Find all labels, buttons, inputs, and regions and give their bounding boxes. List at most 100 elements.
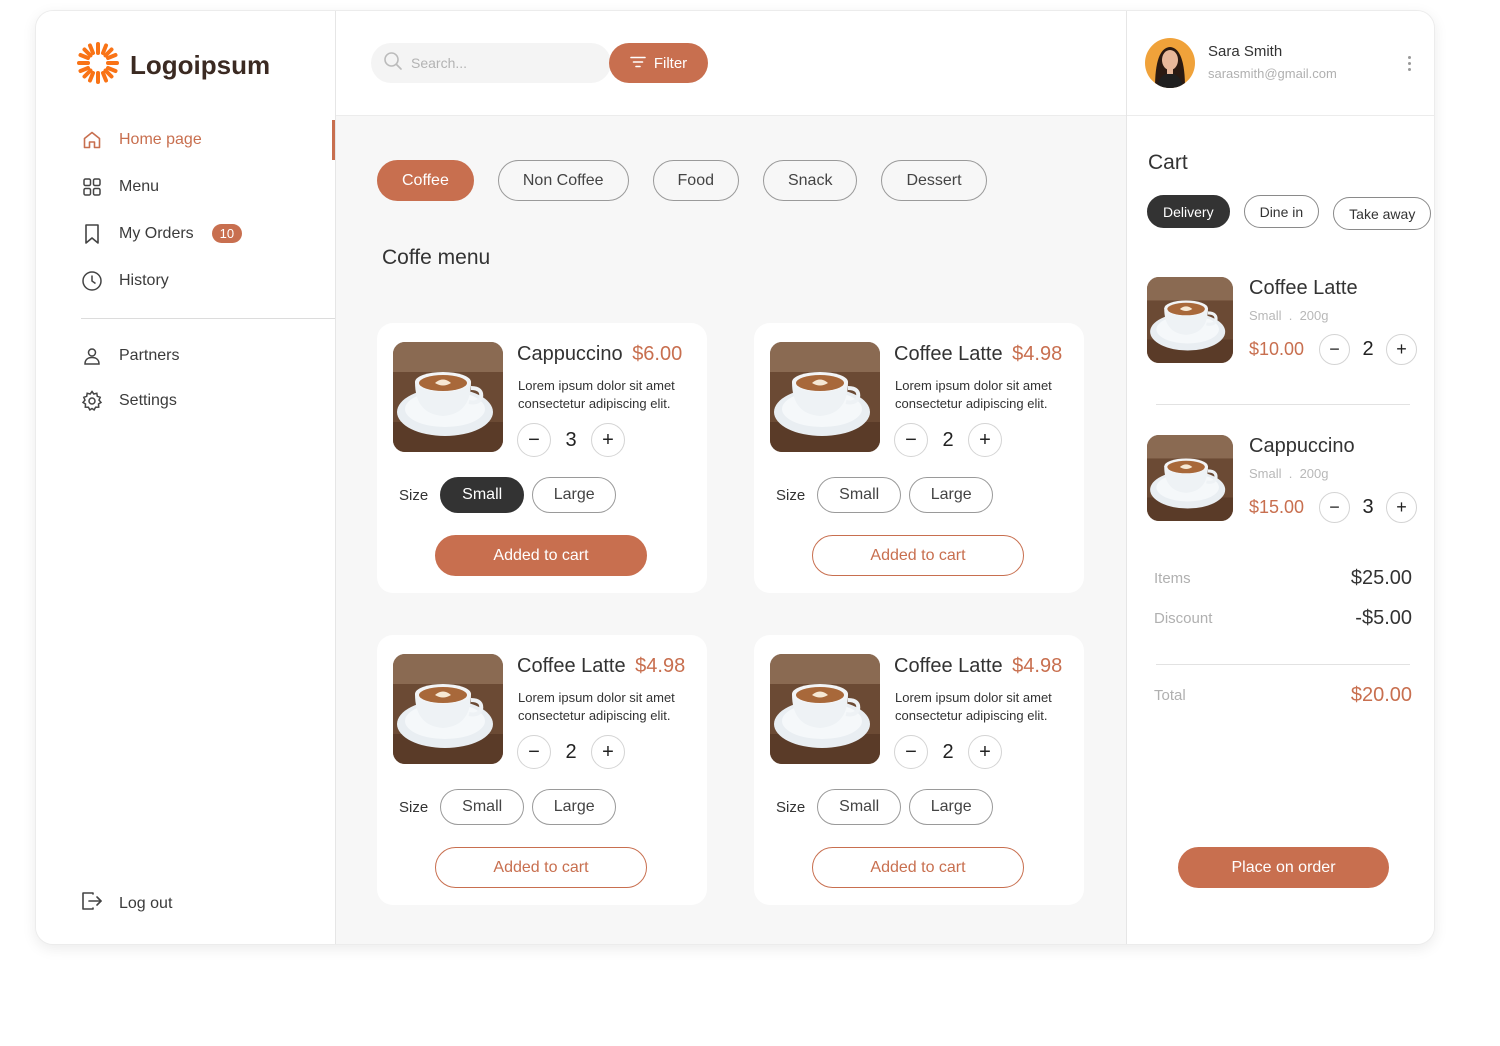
increase-button[interactable]: + — [1386, 492, 1417, 523]
decrease-button[interactable]: − — [894, 735, 928, 769]
filter-icon — [630, 55, 646, 72]
size-small-button[interactable]: Small — [817, 477, 902, 513]
search-icon — [383, 51, 403, 76]
quantity-value: 2 — [1362, 338, 1374, 360]
plus-icon: + — [1396, 339, 1407, 359]
sidebar: Logoipsum Home page Menu My Orders 10 Hi… — [36, 11, 336, 944]
size-small-button[interactable]: Small — [440, 477, 525, 513]
decrease-button[interactable]: − — [1319, 492, 1350, 523]
add-to-cart-button[interactable]: Added to cart — [812, 535, 1024, 576]
add-to-cart-button[interactable]: Added to cart — [435, 535, 647, 576]
nav-label-home: Home page — [119, 130, 202, 148]
product-image — [770, 654, 880, 764]
quantity-stepper: − 2 + — [894, 423, 1002, 457]
place-order-button[interactable]: Place on order — [1178, 847, 1389, 888]
minus-icon: − — [905, 428, 917, 451]
size-small-button[interactable]: Small — [817, 789, 902, 825]
plus-icon: + — [602, 428, 614, 451]
app-window: Logoipsum Home page Menu My Orders 10 Hi… — [35, 10, 1435, 945]
size-large-button[interactable]: Large — [909, 789, 994, 825]
more-options-icon[interactable] — [1399, 53, 1419, 73]
summary-items-row: Items $25.00 — [1154, 567, 1412, 590]
nav-divider — [81, 318, 335, 319]
nav-item-my-orders[interactable]: My Orders 10 — [36, 210, 335, 257]
logo[interactable]: Logoipsum — [76, 41, 270, 90]
bookmark-icon — [81, 223, 103, 245]
decrease-button[interactable]: − — [517, 735, 551, 769]
cart-divider — [1156, 404, 1410, 405]
avatar[interactable] — [1145, 38, 1195, 88]
summary-discount-value: -$5.00 — [1355, 607, 1412, 629]
nav-item-menu[interactable]: Menu — [36, 163, 335, 210]
quantity-stepper: − 3 + — [1319, 492, 1417, 523]
add-to-cart-button[interactable]: Added to cart — [435, 847, 647, 888]
size-large-button[interactable]: Large — [909, 477, 994, 513]
increase-button[interactable]: + — [591, 423, 625, 457]
user-email: sarasmith@gmail.com — [1208, 66, 1337, 81]
size-small-button[interactable]: Small — [440, 789, 525, 825]
increase-button[interactable]: + — [968, 423, 1002, 457]
cart-item-price: $15.00 — [1249, 497, 1305, 517]
increase-button[interactable]: + — [591, 735, 625, 769]
cart-panel: Sara Smith sarasmith@gmail.com Cart Deli… — [1126, 11, 1434, 944]
nav-item-history[interactable]: History — [36, 257, 335, 304]
size-large-button[interactable]: Large — [532, 477, 617, 513]
product-description: Lorem ipsum dolor sit amet consectetur a… — [895, 690, 1052, 723]
summary-discount-row: Discount -$5.00 — [1154, 607, 1412, 630]
nav-label-history: History — [119, 271, 169, 289]
size-large-button[interactable]: Large — [532, 789, 617, 825]
nav-label-menu: Menu — [119, 177, 160, 195]
product-price: $4.98 — [1012, 343, 1063, 365]
logo-icon — [76, 41, 120, 90]
product-price: $6.00 — [632, 343, 683, 365]
increase-button[interactable]: + — [968, 735, 1002, 769]
nav-item-partners[interactable]: Partners — [36, 333, 335, 378]
summary-discount-label: Discount — [1154, 610, 1213, 627]
grid-icon — [81, 176, 103, 198]
category-coffee[interactable]: Coffee — [377, 160, 474, 201]
logout-icon — [81, 891, 103, 916]
quantity-value: 2 — [942, 740, 954, 763]
quantity-value: 3 — [1362, 496, 1374, 518]
size-selector: Size Small Large — [776, 789, 994, 825]
decrease-button[interactable]: − — [894, 423, 928, 457]
nav-label-partners: Partners — [119, 346, 180, 364]
nav-item-home[interactable]: Home page — [36, 116, 335, 163]
category-food[interactable]: Food — [652, 160, 739, 201]
product-price: $4.98 — [635, 655, 686, 677]
plus-icon: + — [602, 740, 614, 763]
logo-text: Logoipsum — [130, 50, 271, 80]
plus-icon: + — [979, 740, 991, 763]
decrease-button[interactable]: − — [1319, 334, 1350, 365]
minus-icon: − — [1329, 339, 1340, 359]
cart-title: Cart — [1148, 151, 1188, 174]
product-name: Coffee Latte $4.98 — [894, 655, 1063, 677]
search-input[interactable] — [411, 55, 581, 71]
cart-item-name: Cappuccino — [1249, 435, 1355, 457]
summary-total-label: Total — [1154, 687, 1186, 704]
home-icon — [81, 129, 103, 151]
category-dessert[interactable]: Dessert — [881, 160, 987, 201]
decrease-button[interactable]: − — [517, 423, 551, 457]
quantity-value: 2 — [942, 428, 954, 451]
cart-item-meta: Small . 200g — [1249, 308, 1329, 323]
product-name: Cappuccino $6.00 — [517, 343, 683, 365]
logout-button[interactable]: Log out — [81, 891, 172, 916]
order-type-take-away[interactable]: Take away — [1333, 197, 1432, 230]
category-non-coffee[interactable]: Non Coffee — [497, 160, 629, 201]
increase-button[interactable]: + — [1386, 334, 1417, 365]
nav-item-settings[interactable]: Settings — [36, 378, 335, 423]
search-box — [371, 43, 611, 83]
product-card: Coffee Latte $4.98 Lorem ipsum dolor sit… — [754, 323, 1084, 593]
plus-icon: + — [979, 428, 991, 451]
order-type-delivery[interactable]: Delivery — [1147, 195, 1230, 228]
order-type-dine-in[interactable]: Dine in — [1243, 195, 1320, 228]
product-card: Coffee Latte $4.98 Lorem ipsum dolor sit… — [754, 635, 1084, 905]
product-card: Coffee Latte $4.98 Lorem ipsum dolor sit… — [377, 635, 707, 905]
category-snack[interactable]: Snack — [762, 160, 858, 201]
product-price: $4.98 — [1012, 655, 1063, 677]
add-to-cart-button[interactable]: Added to cart — [812, 847, 1024, 888]
summary-total-value: $20.00 — [1350, 684, 1412, 706]
minus-icon: − — [905, 740, 917, 763]
filter-button[interactable]: Filter — [609, 43, 708, 83]
